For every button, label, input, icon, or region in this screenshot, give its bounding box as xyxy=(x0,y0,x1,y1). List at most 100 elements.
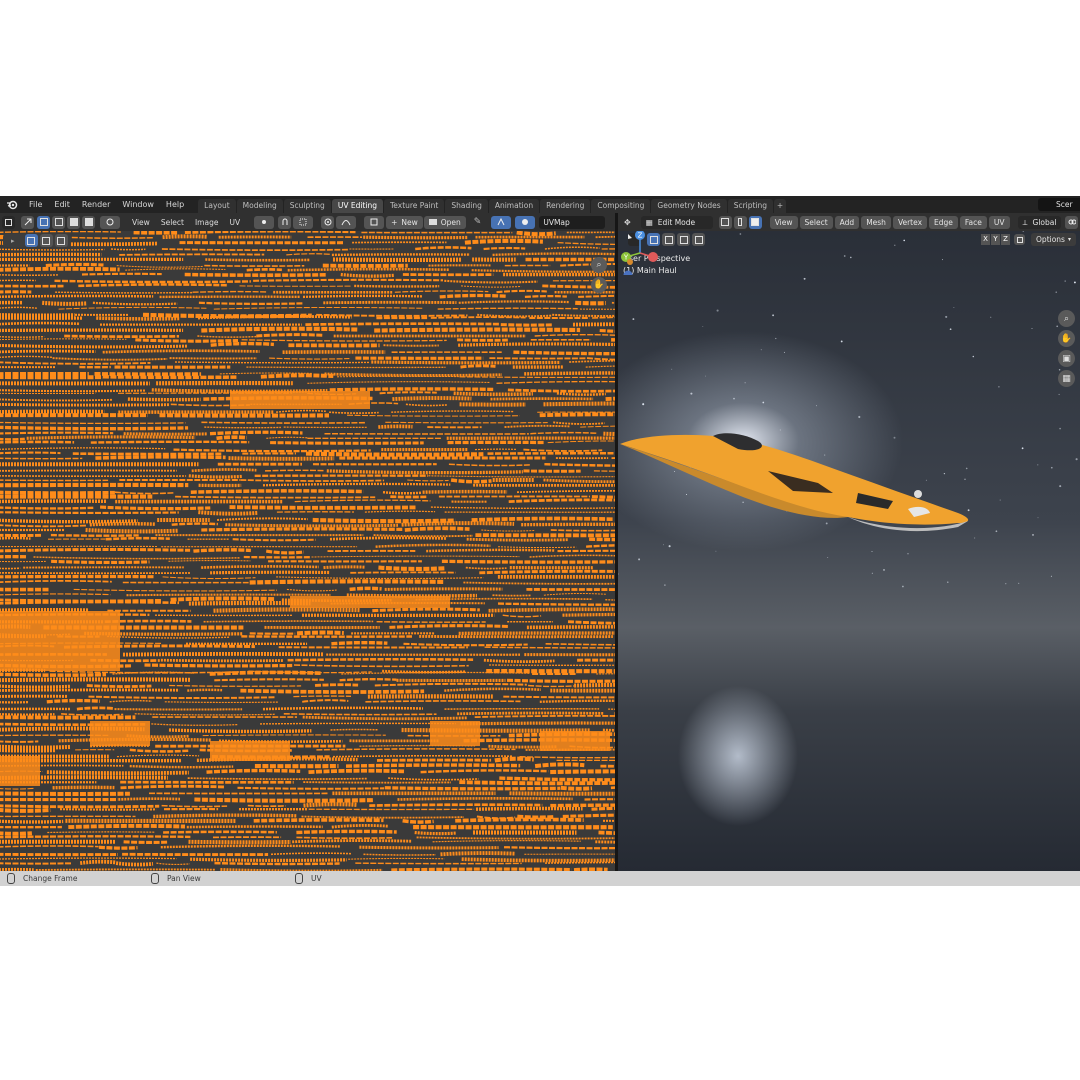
proportional-edit-icon[interactable] xyxy=(321,215,335,229)
viewport-header: ✥ ▦ Edit Mode View Select Add Mesh Vertex… xyxy=(618,213,1080,231)
vp-menu-edge[interactable]: Edge xyxy=(929,215,958,229)
uv-menu-select[interactable]: Select xyxy=(157,216,188,229)
vp-zoom-icon[interactable]: ⌕ xyxy=(1058,310,1075,327)
tab-texture-paint[interactable]: Texture Paint xyxy=(383,199,445,213)
pivot-icon[interactable] xyxy=(254,215,275,229)
vp-pan-hand-icon[interactable]: ✋ xyxy=(1058,330,1075,347)
vp-snap-link-icon[interactable] xyxy=(1065,215,1079,229)
uv-sync-icon[interactable] xyxy=(491,215,512,229)
tab-sculpting[interactable]: Sculpting xyxy=(283,199,331,213)
viewport-editor-type-icon[interactable]: ✥ xyxy=(624,218,631,227)
axis-y-toggle[interactable]: Y xyxy=(991,234,1001,245)
uv-island-block xyxy=(430,721,480,746)
mouse-middle-icon xyxy=(151,873,159,884)
gizmo-toggle-icon[interactable] xyxy=(1014,234,1026,245)
uv-menu-view[interactable]: View xyxy=(128,216,154,229)
uv-cursor-icon[interactable]: ▸ xyxy=(11,237,15,245)
uv-island-block xyxy=(0,756,40,786)
uv-menu-uv[interactable]: UV xyxy=(225,216,244,229)
vp-menu-uv[interactable]: UV xyxy=(988,215,1010,229)
sticky-select-icon[interactable] xyxy=(100,215,120,229)
vp-menu-add[interactable]: Add xyxy=(834,215,860,229)
uv-island-block xyxy=(210,741,290,761)
uv-subtract-select-icon[interactable] xyxy=(54,234,68,247)
snap-icon[interactable] xyxy=(278,215,292,229)
uvmap-field[interactable]: UVMap xyxy=(539,215,606,229)
falloff-icon[interactable] xyxy=(336,215,357,229)
pin-icon[interactable]: ✎ xyxy=(474,217,482,227)
scene-name: Scer xyxy=(1056,200,1073,209)
vp-menu-select[interactable]: Select xyxy=(799,215,833,229)
sync-selection-icon[interactable] xyxy=(21,215,34,229)
menu-file[interactable]: File xyxy=(23,196,48,213)
menu-render[interactable]: Render xyxy=(76,196,116,213)
tab-animation[interactable]: Animation xyxy=(488,199,540,213)
new-image-button[interactable]: + New xyxy=(386,215,423,229)
vp-face-select-icon[interactable] xyxy=(748,215,762,229)
tab-uv-editing[interactable]: UV Editing xyxy=(331,199,383,213)
mode-selector[interactable]: ▦ Edit Mode xyxy=(640,215,713,229)
status-uv: UV xyxy=(311,874,322,883)
uv-extend-select-icon[interactable] xyxy=(39,234,53,247)
vp-extend-select-icon[interactable] xyxy=(662,233,675,246)
vp-camera-icon[interactable]: ▣ xyxy=(1058,350,1075,367)
tab-modeling[interactable]: Modeling xyxy=(236,199,283,213)
mouse-left-icon xyxy=(7,873,15,884)
image-browse-icon[interactable] xyxy=(364,215,385,229)
uv-box-select-icon[interactable] xyxy=(24,234,38,247)
menu-help[interactable]: Help xyxy=(160,196,190,213)
vp-subtract-select-icon[interactable] xyxy=(677,233,690,246)
tab-layout[interactable]: Layout xyxy=(198,199,236,213)
overlay-icon[interactable] xyxy=(515,215,536,229)
editor-type-icon[interactable] xyxy=(2,215,15,229)
menu-window[interactable]: Window xyxy=(116,196,160,213)
vp-menu-mesh[interactable]: Mesh xyxy=(861,215,891,229)
tab-shading[interactable]: Shading xyxy=(445,199,488,213)
3d-viewport[interactable]: X Y Z Options ▾ User Perspective (1) Main… xyxy=(618,231,1080,871)
uv-editor-header: View Select Image UV + New Open ✎ UVMap xyxy=(0,213,615,231)
vertex-select-icon[interactable] xyxy=(37,215,50,229)
face-select-icon[interactable] xyxy=(67,215,80,229)
island-select-icon[interactable] xyxy=(82,215,95,229)
uv-island-block xyxy=(230,391,370,409)
uv-menu-image[interactable]: Image xyxy=(191,216,223,229)
navigation-gizmo[interactable]: Z Y xyxy=(618,231,662,275)
uv-pan-hand-icon[interactable]: ✋ xyxy=(591,277,607,293)
vp-menu-vertex[interactable]: Vertex xyxy=(892,215,928,229)
vp-intersect-select-icon[interactable] xyxy=(692,233,705,246)
menu-edit[interactable]: Edit xyxy=(48,196,76,213)
vp-edge-select-icon[interactable] xyxy=(733,215,747,229)
uv-island-strokes xyxy=(0,231,615,871)
uv-island-block xyxy=(540,731,610,751)
orientation-selector[interactable]: ⟂ Global xyxy=(1017,215,1062,229)
tab-rendering[interactable]: Rendering xyxy=(540,199,591,213)
axis-z-toggle[interactable]: Z xyxy=(1001,234,1011,245)
vp-vertex-select-icon[interactable] xyxy=(718,215,732,229)
plus-icon: + xyxy=(391,217,398,227)
uv-island-block xyxy=(90,721,150,746)
chevron-down-icon: ▾ xyxy=(1067,236,1071,243)
status-pan-view: Pan View xyxy=(167,874,201,883)
tab-scripting[interactable]: Scripting xyxy=(727,199,774,213)
add-workspace-button[interactable]: + xyxy=(774,199,787,213)
spaceship[interactable] xyxy=(620,433,969,532)
status-change-frame: Change Frame xyxy=(23,874,78,883)
blender-logo-icon[interactable] xyxy=(5,198,19,212)
tab-geometry-nodes[interactable]: Geometry Nodes xyxy=(651,199,727,213)
status-left: Change Frame xyxy=(7,873,77,884)
tab-compositing[interactable]: Compositing xyxy=(591,199,651,213)
options-button[interactable]: Options ▾ xyxy=(1031,233,1076,246)
snap-target-icon[interactable] xyxy=(293,215,314,229)
edge-select-icon[interactable] xyxy=(52,215,65,229)
scene-selector[interactable]: Scer xyxy=(1038,198,1080,211)
axis-x-toggle[interactable]: X xyxy=(981,234,991,245)
open-image-button[interactable]: Open xyxy=(423,215,466,229)
vp-menu-view[interactable]: View xyxy=(769,215,798,229)
mouse-right-icon xyxy=(295,873,303,884)
star-field xyxy=(618,231,1078,588)
uv-zoom-icon[interactable]: ⌕ xyxy=(591,257,607,273)
vp-grid-icon[interactable]: ▦ xyxy=(1058,370,1075,387)
uv-select-tools: ▸ xyxy=(3,234,71,247)
vp-menu-face[interactable]: Face xyxy=(959,215,987,229)
uv-editor-canvas[interactable]: ▸ ⌕ ✋ xyxy=(0,231,615,871)
